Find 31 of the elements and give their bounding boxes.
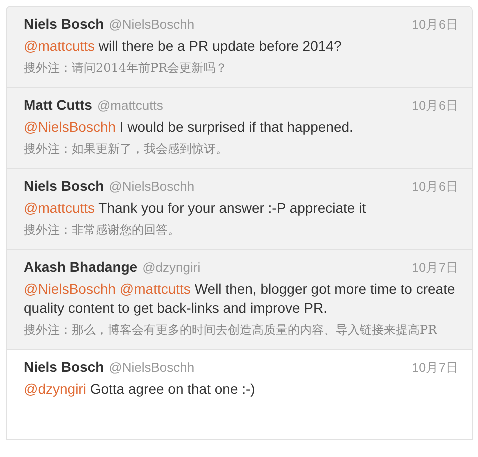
- mention-link[interactable]: @mattcutts: [24, 200, 96, 216]
- author-name[interactable]: Akash Bhadange: [24, 259, 138, 275]
- tweet-date[interactable]: 10月6日: [412, 179, 463, 196]
- mention-link[interactable]: @mattcutts: [120, 281, 191, 297]
- tweet-date[interactable]: 10月6日: [412, 17, 463, 34]
- tweet-text: @dzyngiri Gotta agree on that one :-): [24, 380, 256, 399]
- author-handle[interactable]: @NielsBoschh: [109, 179, 195, 194]
- tweet-date[interactable]: 10月7日: [412, 360, 463, 377]
- tweet-text: @mattcutts Thank you for your answer :-P appreciate it: [24, 199, 368, 218]
- mention-link[interactable]: @dzyngiri: [24, 381, 86, 397]
- author-name[interactable]: Niels Bosch: [24, 16, 104, 32]
- tweet-card[interactable]: Niels Bosch @NielsBoschh 10月7日 @dzyngiri Gotta agree on that one :-): [7, 349, 472, 439]
- translation-note: 搜外注：请问2014年前PR会更新吗？: [24, 60, 229, 77]
- author-handle[interactable]: @dzyngiri: [142, 260, 201, 275]
- author-name[interactable]: Niels Bosch: [24, 178, 104, 194]
- tweet-text: @mattcutts will there be a PR update before 2014?: [24, 37, 343, 56]
- author-handle[interactable]: @NielsBoschh: [109, 360, 195, 375]
- translation-note: 搜外注：非常感谢您的回答。: [24, 222, 181, 239]
- mention-link[interactable]: @NielsBoschh: [24, 281, 116, 297]
- tweet-date[interactable]: 10月7日: [412, 260, 463, 277]
- mention-link[interactable]: @mattcutts: [24, 38, 96, 54]
- mention-link[interactable]: @NielsBoschh: [24, 119, 116, 135]
- translation-note: 搜外注：那么，博客会有更多的时间去创造高质量的内容、导入链接来提高PR: [24, 322, 438, 339]
- tweet-date[interactable]: 10月6日: [412, 98, 463, 115]
- tweet-text: @NielsBoschh I would be surprised if that happened.: [24, 118, 354, 137]
- author-name[interactable]: Niels Bosch: [24, 359, 104, 375]
- tweet-text: @NielsBoschh @mattcutts Well then, blogger got more time to create quality content to get back-links and improve PR.: [24, 280, 456, 318]
- author-handle[interactable]: @mattcutts: [97, 98, 164, 113]
- author-handle[interactable]: @NielsBoschh: [109, 17, 195, 32]
- translation-note: 搜外注：如果更新了，我会感到惊讶。: [24, 141, 229, 158]
- author-name[interactable]: Matt Cutts: [24, 97, 92, 113]
